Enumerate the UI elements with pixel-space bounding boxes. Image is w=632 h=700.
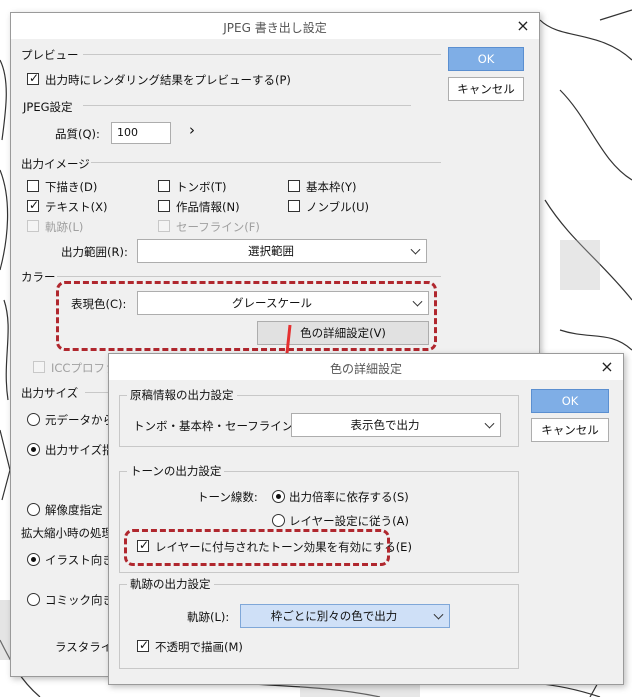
highlight-color-section <box>56 281 437 351</box>
tone-depend-output-radio[interactable] <box>272 490 285 503</box>
jpeg-settings-group-label: JPEG設定 <box>23 100 73 114</box>
highlight-tone-effect <box>124 529 390 566</box>
quality-input[interactable]: 100 <box>111 122 171 144</box>
divider <box>83 105 411 106</box>
tombo-checkbox[interactable] <box>158 180 170 192</box>
check-icon: ✓ <box>29 198 40 212</box>
base-frame-label: 基本枠(Y) <box>306 180 357 194</box>
chevron-down-icon <box>410 244 421 255</box>
trajectory-value: 枠ごとに別々の色で出力 <box>270 609 398 623</box>
output-image-group-label: 出力イメージ <box>21 157 90 171</box>
safe-line-label: セーフライン(F) <box>176 220 260 234</box>
trajectory-label: 軌跡(L) <box>45 220 84 234</box>
check-icon: ✓ <box>29 71 40 85</box>
scale-group-label: 拡大縮小時の処理 <box>21 526 113 540</box>
size-resolution-label: 解像度指定 <box>45 503 103 517</box>
size-original-label: 元データから <box>45 413 114 427</box>
nombre-label: ノンブル(U) <box>306 200 370 214</box>
close-icon[interactable]: × <box>599 357 615 376</box>
size-resolution-radio[interactable] <box>27 503 40 516</box>
color-detail-dialog: 色の詳細設定 × OK キャンセル 原稿情報の出力設定 トンボ・基本枠・セーフラ… <box>108 353 624 685</box>
work-info-checkbox[interactable] <box>158 200 170 212</box>
size-output-label: 出力サイズ指 <box>45 443 114 457</box>
check-icon: ✓ <box>139 638 150 652</box>
preview-render-label: 出力時にレンダリング結果をプレビューする(P) <box>45 73 291 87</box>
icc-profile-checkbox <box>33 361 45 373</box>
text-label: テキスト(X) <box>45 200 108 214</box>
dialog-title: JPEG 書き出し設定 <box>223 21 327 35</box>
cancel-button[interactable]: キャンセル <box>448 77 524 101</box>
base-frame-checkbox[interactable] <box>288 180 300 192</box>
title-bar: JPEG 書き出し設定 × <box>11 13 539 39</box>
tone-depend-output-label: 出力倍率に依存する(S) <box>289 490 409 504</box>
output-range-value: 選択範囲 <box>248 244 294 258</box>
divider <box>91 162 441 163</box>
draft-checkbox[interactable] <box>27 180 39 192</box>
scale-illust-radio[interactable] <box>27 553 40 566</box>
text-checkbox[interactable]: ✓ <box>27 198 40 212</box>
manuscript-group-label: 原稿情報の出力設定 <box>127 387 237 403</box>
nombre-checkbox[interactable] <box>288 200 300 212</box>
trajectory-checkbox <box>27 220 39 232</box>
draw-opaque-checkbox[interactable]: ✓ <box>137 638 150 652</box>
tombo-value: 表示色で出力 <box>350 418 420 432</box>
work-info-label: 作品情報(N) <box>176 200 240 214</box>
divider <box>83 54 441 55</box>
safe-line-checkbox <box>158 220 170 232</box>
quality-label: 品質(Q): <box>55 127 100 141</box>
quality-slider-toggle[interactable]: › <box>189 121 195 139</box>
trajectory-group-label: 軌跡の出力設定 <box>127 576 214 592</box>
draw-opaque-label: 不透明で描画(M) <box>155 640 243 654</box>
scale-comic-radio[interactable] <box>27 593 40 606</box>
output-size-group-label: 出力サイズ <box>21 386 79 400</box>
color-group-label: カラー <box>21 270 56 284</box>
chevron-down-icon <box>484 418 495 429</box>
tombo-label: トンボ・基本枠・セーフライン(T): <box>133 419 314 433</box>
size-output-radio[interactable] <box>27 443 40 456</box>
output-range-label: 出力範囲(R): <box>61 245 128 259</box>
tombo-label: トンボ(T) <box>176 180 227 194</box>
trajectory-label: 軌跡(L): <box>187 610 230 624</box>
preview-checkbox[interactable]: ✓ <box>27 71 40 85</box>
draft-label: 下描き(D) <box>45 180 98 194</box>
tombo-select[interactable]: 表示色で出力 <box>291 413 501 437</box>
output-range-select[interactable]: 選択範囲 <box>137 239 427 263</box>
ok-button[interactable]: OK <box>531 389 609 413</box>
divider <box>57 276 441 277</box>
tone-follow-layer-label: レイヤー設定に従う(A) <box>289 514 409 528</box>
trajectory-select[interactable]: 枠ごとに別々の色で出力 <box>240 604 450 628</box>
preview-group-label: プレビュー <box>21 48 79 62</box>
ok-button[interactable]: OK <box>448 47 524 71</box>
cancel-button[interactable]: キャンセル <box>531 418 609 442</box>
tone-follow-layer-radio[interactable] <box>272 514 285 527</box>
icc-profile-label: ICCプロファ <box>51 361 117 375</box>
size-original-radio[interactable] <box>27 413 40 426</box>
title-bar: 色の詳細設定 × <box>109 354 623 380</box>
tone-lines-label: トーン線数: <box>197 490 258 504</box>
chevron-down-icon <box>433 609 444 620</box>
tone-group-label: トーンの出力設定 <box>127 463 225 479</box>
dialog-title: 色の詳細設定 <box>329 362 402 376</box>
close-icon[interactable]: × <box>515 16 531 35</box>
